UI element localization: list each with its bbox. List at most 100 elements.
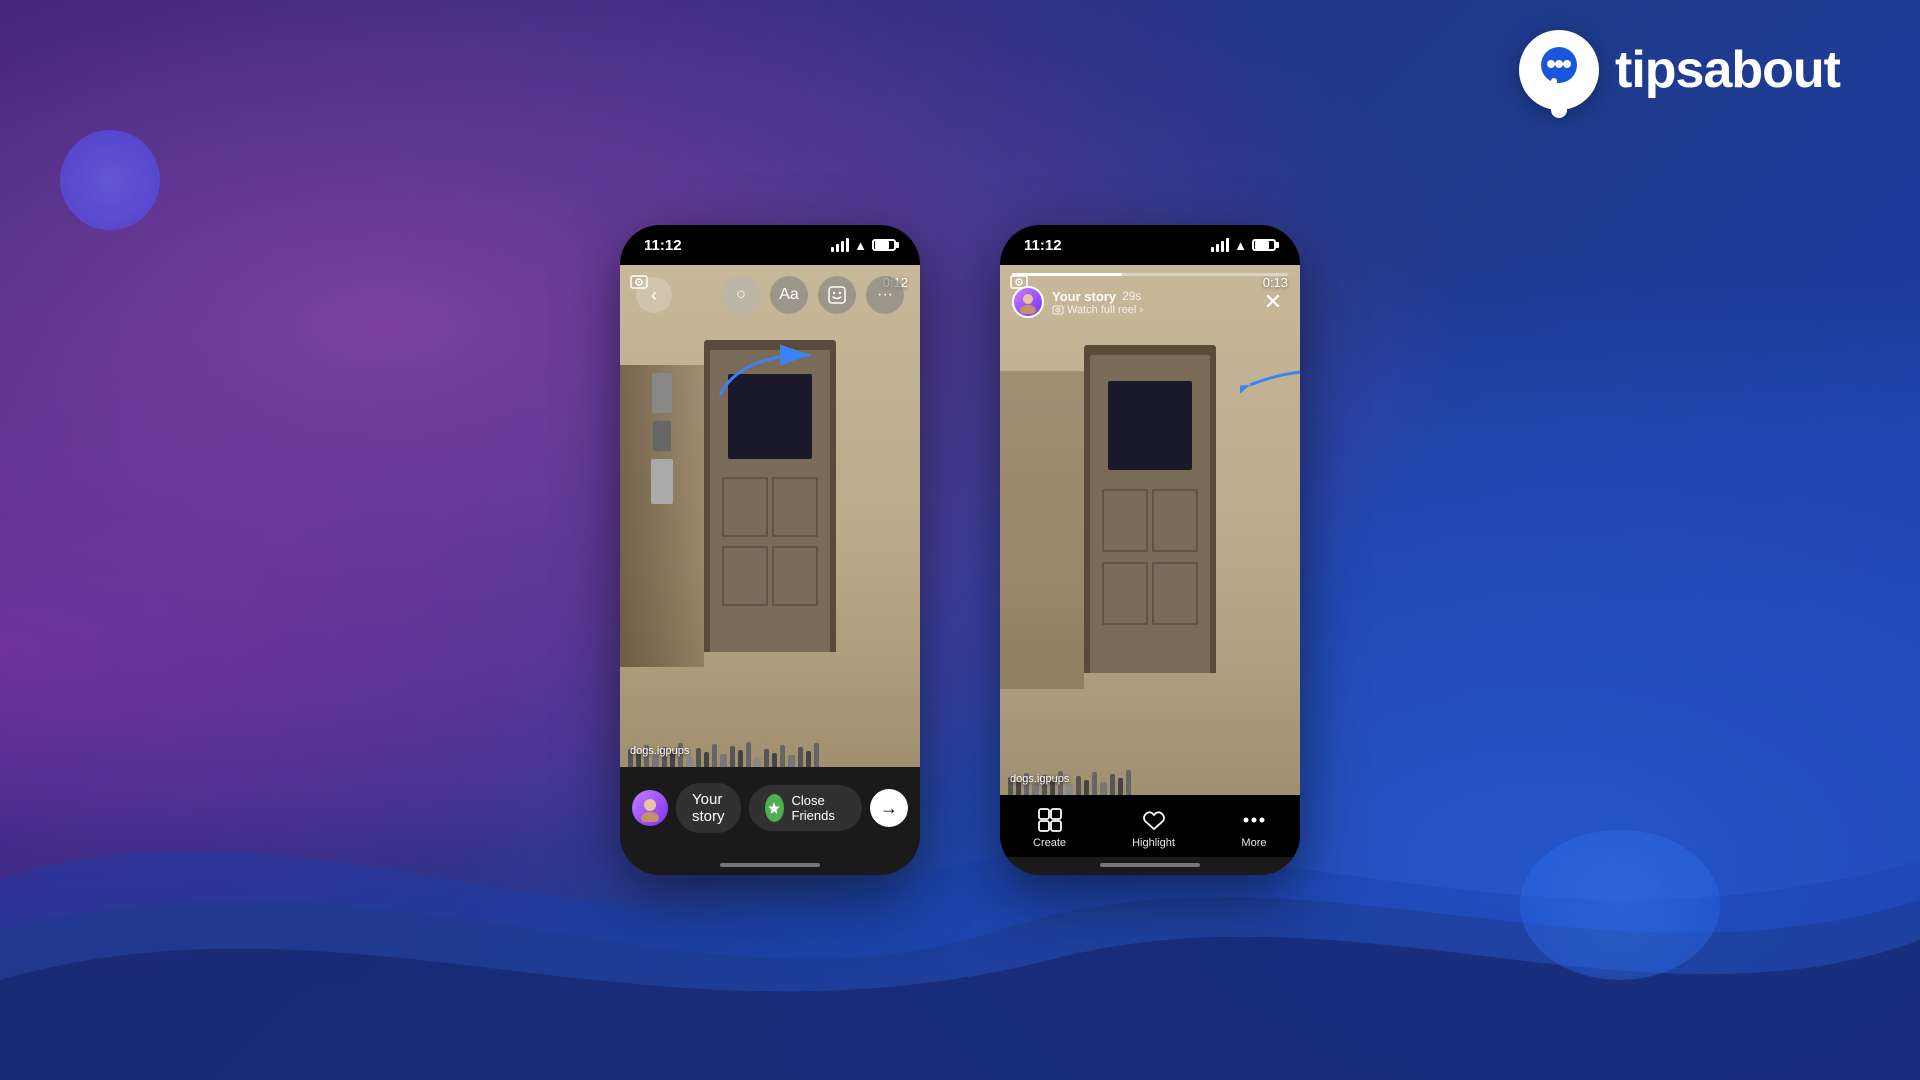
story-progress-bar xyxy=(1012,273,1288,276)
close-friends-button[interactable]: Close Friends xyxy=(749,785,863,831)
circle-button[interactable]: ○ xyxy=(722,276,760,314)
phone1-video-area: 0:12 dogs.igpups xyxy=(620,265,920,767)
watch-reel-label: Watch full reel › xyxy=(1067,304,1143,316)
circle-icon: ○ xyxy=(736,286,746,304)
phone1-battery xyxy=(872,239,896,251)
b10 xyxy=(704,752,709,767)
star-icon xyxy=(767,801,781,815)
more-icon xyxy=(1241,807,1267,833)
phones-container: 11:12 ▲ ‹ xyxy=(620,225,1300,875)
p2-door-main xyxy=(1090,355,1210,673)
phone2-story-header: Your story 29s Watch full reel › xyxy=(1000,265,1300,326)
story-user-info: Your story 29s Watch full reel › xyxy=(1052,289,1143,316)
story-username: Your story xyxy=(1052,289,1116,304)
phone1-signal xyxy=(831,238,849,252)
highlight-label: Highlight xyxy=(1132,837,1175,849)
p2-signal-bar-1 xyxy=(1211,247,1214,252)
p2-b13 xyxy=(1110,774,1115,795)
b18 xyxy=(772,753,777,767)
b17 xyxy=(764,749,769,767)
door-panel-br xyxy=(772,546,818,606)
p2-b10 xyxy=(1084,780,1089,795)
create-icon xyxy=(1037,807,1063,833)
b21 xyxy=(798,747,803,767)
p2-b15 xyxy=(1126,770,1131,795)
phone2-battery xyxy=(1252,239,1276,251)
p2-b8 xyxy=(1066,784,1073,795)
phone2-username: dogs.igpups xyxy=(1010,773,1069,785)
more-icon: ··· xyxy=(877,286,893,304)
story-close-button[interactable]: ✕ xyxy=(1258,287,1288,317)
signal-bar-1 xyxy=(831,247,834,252)
p2-door-panel-3 xyxy=(1102,562,1148,626)
p2-door-window xyxy=(1108,381,1192,470)
b19 xyxy=(780,745,785,767)
door-main xyxy=(710,350,830,651)
phone1-username: dogs.igpups xyxy=(630,745,689,757)
your-story-button[interactable]: Your story xyxy=(676,783,741,833)
phone1-scene: 0:12 dogs.igpups xyxy=(620,265,920,767)
close-friends-icon xyxy=(765,794,784,822)
phone2-wifi: ▲ xyxy=(1234,238,1247,253)
left-shelf xyxy=(620,365,704,666)
back-button[interactable]: ‹ xyxy=(636,277,672,313)
story-user-row: Your story 29s Watch full reel › xyxy=(1012,286,1288,318)
b22 xyxy=(806,751,811,767)
phone1-status-bar: 11:12 ▲ xyxy=(620,225,920,265)
close-icon: ✕ xyxy=(1264,289,1282,315)
door-panel-bl xyxy=(722,546,768,606)
b11 xyxy=(712,744,717,767)
create-label: Create xyxy=(1033,837,1066,849)
main-content: 11:12 ▲ ‹ xyxy=(0,0,1920,1080)
p2-signal-bar-2 xyxy=(1216,244,1219,252)
phone2-status-time: 11:12 xyxy=(1024,237,1062,254)
send-button[interactable]: → xyxy=(870,789,908,827)
phone2-video-content: 0:13 dogs.igpups xyxy=(1000,265,1300,795)
highlight-icon xyxy=(1141,807,1167,833)
p2-door-panel-2 xyxy=(1152,489,1198,553)
p2-b11 xyxy=(1092,772,1097,795)
story-user-avatar xyxy=(1012,286,1044,318)
mini-reel-icon xyxy=(1052,304,1064,316)
shelf-items xyxy=(620,365,704,666)
bottle3 xyxy=(651,459,673,504)
phone2-bottom-bar: Create Highlight More xyxy=(1000,795,1300,857)
p2-home-bar xyxy=(1100,863,1200,867)
signal-bar-2 xyxy=(836,244,839,252)
phone2-home-indicator xyxy=(1000,857,1300,875)
phone1-home-indicator xyxy=(620,857,920,875)
more-action[interactable]: More xyxy=(1241,807,1267,849)
create-action[interactable]: Create xyxy=(1033,807,1066,849)
more-button[interactable]: ··· xyxy=(866,276,904,314)
phone2-status-bar: 11:12 ▲ xyxy=(1000,225,1300,265)
b16 xyxy=(754,757,761,767)
story-progress-fill xyxy=(1012,273,1122,276)
toolbar-right-buttons: ○ Aa ··· xyxy=(722,276,904,314)
highlight-action[interactable]: Highlight xyxy=(1132,807,1175,849)
close-friends-label: Close Friends xyxy=(792,793,846,823)
p2-b9 xyxy=(1076,776,1081,795)
phone2-video-area: 0:13 dogs.igpups xyxy=(1000,265,1300,795)
text-button[interactable]: Aa xyxy=(770,276,808,314)
b13 xyxy=(730,746,735,767)
phone2: 11:12 ▲ xyxy=(1000,225,1300,875)
door-panel-left xyxy=(722,477,768,537)
text-icon: Aa xyxy=(779,286,799,304)
emoji-button[interactable] xyxy=(818,276,856,314)
phone1-status-icons: ▲ xyxy=(831,238,896,253)
story-time: 29s xyxy=(1122,289,1141,303)
b12 xyxy=(720,754,727,767)
bottle1 xyxy=(652,373,672,413)
phone2-signal xyxy=(1211,238,1229,252)
b15 xyxy=(746,742,751,767)
p2-signal-bar-3 xyxy=(1221,241,1224,252)
p2-signal-bar-4 xyxy=(1226,238,1229,252)
story-avatar xyxy=(632,790,668,826)
phone1-status-time: 11:12 xyxy=(644,237,682,254)
phone1-bottom-bar: Your story Close Friends → xyxy=(620,767,920,857)
story-avatar-svg xyxy=(1016,290,1040,314)
story-watch-reel[interactable]: Watch full reel › xyxy=(1052,304,1143,316)
p2-scene-content xyxy=(1000,265,1300,795)
more-label: More xyxy=(1241,837,1266,849)
back-icon: ‹ xyxy=(651,285,657,306)
